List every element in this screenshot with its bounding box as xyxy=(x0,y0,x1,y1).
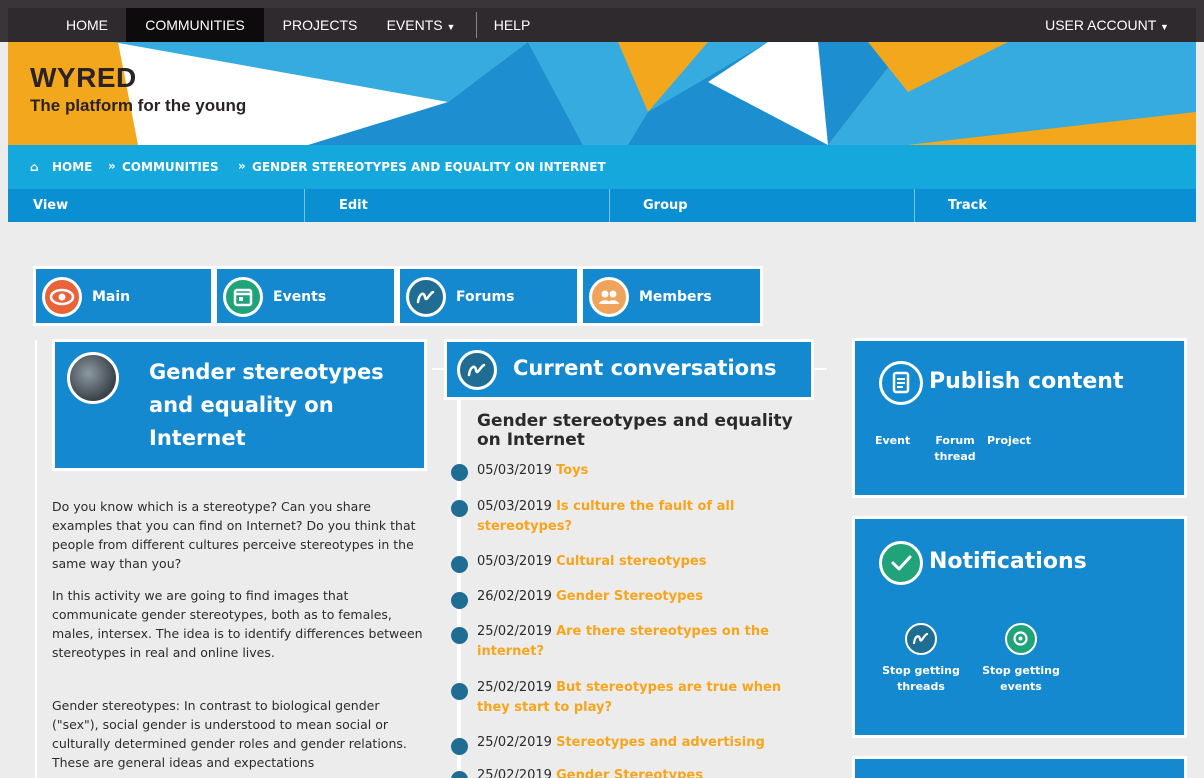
conversation-link[interactable]: Gender Stereotypes xyxy=(556,768,703,778)
timeline-dot xyxy=(451,683,468,700)
caret-down-icon: ▼ xyxy=(446,22,456,32)
nav-help[interactable]: HELP xyxy=(482,8,542,42)
group-card: Gender stereotypes and equality on Inter… xyxy=(52,339,427,471)
breadcrumb-communities[interactable]: COMMUNITIES xyxy=(122,160,219,174)
action-tabs: View Edit Group Track xyxy=(8,189,1196,222)
brand-title[interactable]: WYRED xyxy=(30,62,137,94)
community-tab-main-label: Main xyxy=(92,289,131,305)
conversation-item: 26/02/2019 Gender Stereotypes xyxy=(477,587,802,607)
conversation-item: 25/02/2019 Stereotypes and advertising xyxy=(477,733,802,753)
nav-divider xyxy=(476,12,477,38)
nav-communities[interactable]: COMMUNITIES xyxy=(126,8,264,42)
community-tab-members[interactable]: Members xyxy=(580,266,763,326)
tab-group[interactable]: Group xyxy=(643,189,688,222)
conversation-link[interactable]: Cultural stereotypes xyxy=(556,554,706,569)
document-icon xyxy=(879,361,923,405)
conversations-title: Current conversations xyxy=(513,356,777,380)
group-description-paragraph: Do you know which is a stereotype? Can y… xyxy=(52,499,416,571)
forum-icon xyxy=(457,350,497,390)
forum-icon[interactable] xyxy=(905,623,937,655)
top-navbar: HOME COMMUNITIES PROJECTS EVENTS ▼ HELP … xyxy=(0,0,1204,42)
publish-content-title: Publish content xyxy=(929,369,1124,394)
publish-project-link[interactable]: Project xyxy=(987,433,1031,449)
group-description-paragraph: In this activity we are going to find im… xyxy=(52,588,423,660)
conversation-item: 05/03/2019 Is culture the fault of all s… xyxy=(477,497,802,537)
conversation-date: 26/02/2019 xyxy=(477,589,552,604)
timeline-dot xyxy=(451,738,468,755)
community-tab-members-label: Members xyxy=(639,289,712,305)
timeline-dot xyxy=(451,464,468,481)
tab-edit[interactable]: Edit xyxy=(339,189,368,222)
tab-divider xyxy=(304,189,305,222)
conversation-link[interactable]: Toys xyxy=(556,463,588,478)
conversation-date: 05/03/2019 xyxy=(477,554,552,569)
conversation-date: 05/03/2019 xyxy=(477,499,552,514)
nav-events[interactable]: EVENTS ▼ xyxy=(378,8,464,42)
breadcrumb-separator-icon: » xyxy=(108,159,116,173)
check-circle-icon xyxy=(879,541,923,585)
conversation-item: 25/02/2019 Are there stereotypes on the … xyxy=(477,622,802,662)
calendar-icon xyxy=(223,277,263,317)
conversation-item: 05/03/2019 Cultural stereotypes xyxy=(477,552,802,572)
calendar-icon[interactable] xyxy=(1005,623,1037,655)
community-tab-forums-label: Forums xyxy=(456,289,515,305)
user-account-label: USER ACCOUNT xyxy=(1045,17,1157,33)
publish-content-card: Publish content Event Forum thread Proje… xyxy=(852,338,1187,498)
conversation-date: 05/03/2019 xyxy=(477,463,552,478)
conversation-item: 25/02/2019 Gender Stereotypes xyxy=(477,766,802,778)
conversation-item: 05/03/2019 Toys xyxy=(477,461,802,481)
top-navbar-inner: HOME COMMUNITIES PROJECTS EVENTS ▼ HELP … xyxy=(8,8,1196,42)
community-tab-events-label: Events xyxy=(273,289,327,305)
breadcrumb-current: GENDER STEREOTYPES AND EQUALITY ON INTER… xyxy=(252,160,606,174)
caret-down-icon: ▼ xyxy=(1159,22,1169,32)
conversations-group-title: Gender stereotypes and equality on Inter… xyxy=(477,411,793,450)
community-tab-forums[interactable]: Forums xyxy=(397,266,580,326)
timeline-line xyxy=(457,400,461,778)
conversation-date: 25/02/2019 xyxy=(477,680,552,695)
tab-view[interactable]: View xyxy=(33,189,68,222)
stop-events-button[interactable]: Stop getting events xyxy=(976,663,1066,695)
breadcrumb-separator-icon: » xyxy=(238,159,246,173)
community-tab-main[interactable]: Main xyxy=(33,266,214,326)
conversation-link[interactable]: Stereotypes and advertising xyxy=(556,735,765,750)
header-banner: WYRED The platform for the young xyxy=(8,42,1196,145)
conversation-item: 25/02/2019 But stereotypes are true when… xyxy=(477,678,802,718)
timeline-dot xyxy=(451,771,468,778)
notifications-card: Notifications Stop getting threads Stop … xyxy=(852,516,1187,738)
timeline-line xyxy=(35,340,37,778)
nav-home[interactable]: HOME xyxy=(52,8,122,42)
home-icon: ⌂ xyxy=(30,160,39,174)
stop-threads-button[interactable]: Stop getting threads xyxy=(876,663,966,695)
eye-icon xyxy=(42,277,82,317)
group-description-paragraph: Gender stereotypes: In contrast to biolo… xyxy=(52,698,407,770)
breadcrumb: ⌂ HOME » COMMUNITIES » GENDER STEREOTYPE… xyxy=(8,145,1196,189)
conversation-date: 25/02/2019 xyxy=(477,768,552,778)
conversations-header: Current conversations xyxy=(444,339,814,400)
nav-user-account[interactable]: USER ACCOUNT ▼ xyxy=(1032,8,1182,42)
timeline-dot xyxy=(451,627,468,644)
nav-events-label: EVENTS xyxy=(386,17,443,33)
forum-icon xyxy=(406,277,446,317)
tab-divider xyxy=(914,189,915,222)
notifications-title: Notifications xyxy=(929,549,1087,574)
timeline-dot xyxy=(451,500,468,517)
conversation-date: 25/02/2019 xyxy=(477,735,552,750)
group-title: Gender stereotypes and equality on Inter… xyxy=(149,360,384,450)
nav-projects[interactable]: PROJECTS xyxy=(270,8,370,42)
tab-divider xyxy=(609,189,610,222)
publish-forum-thread-link[interactable]: Forum thread xyxy=(927,433,983,465)
breadcrumb-home[interactable]: HOME xyxy=(52,160,92,174)
sidebar-card xyxy=(852,756,1187,778)
members-icon xyxy=(589,277,629,317)
group-avatar xyxy=(67,352,119,404)
timeline-dot xyxy=(451,556,468,573)
tab-track[interactable]: Track xyxy=(948,189,987,222)
conversation-link[interactable]: Gender Stereotypes xyxy=(556,589,703,604)
timeline-dot xyxy=(451,592,468,609)
banner-graphic xyxy=(8,42,1196,145)
publish-event-link[interactable]: Event xyxy=(875,433,910,449)
brand-tagline: The platform for the young xyxy=(30,96,247,115)
conversation-date: 25/02/2019 xyxy=(477,624,552,639)
community-tab-events[interactable]: Events xyxy=(214,266,397,326)
